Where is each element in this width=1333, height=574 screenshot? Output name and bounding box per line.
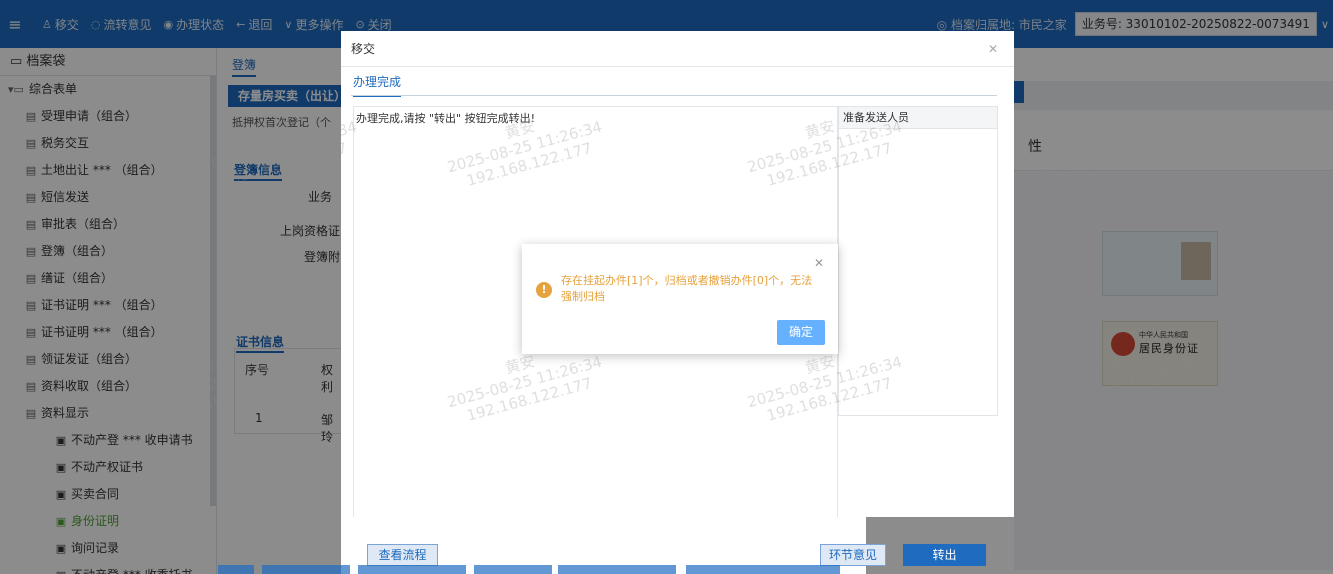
warning-icon: ! (536, 282, 552, 298)
bottom-button[interactable] (686, 565, 840, 574)
dialog-title: 移交 (341, 31, 1014, 67)
view-flow-button[interactable]: 查看流程 (367, 544, 438, 566)
bottom-button[interactable] (218, 565, 254, 574)
step-opinion-button[interactable]: 环节意见 (820, 544, 886, 566)
tab-underline (351, 95, 997, 96)
tab-complete[interactable]: 办理完成 (353, 73, 402, 97)
bottom-button[interactable] (262, 565, 350, 574)
bottom-button[interactable] (558, 565, 676, 574)
warning-message: 存在挂起办件[1]个，归档或者撤销办件[0]个，无法强制归档 (561, 274, 813, 303)
transfer-out-button[interactable]: 转出 (903, 544, 986, 566)
receivers-header: 准备发送人员 (839, 107, 997, 129)
bottom-button[interactable] (358, 565, 466, 574)
close-icon[interactable]: ✕ (814, 256, 824, 270)
confirm-button[interactable]: 确定 (777, 320, 825, 345)
warning-dialog: ✕ ! 存在挂起办件[1]个，归档或者撤销办件[0]个，无法强制归档 确定 (522, 244, 838, 354)
bottom-button[interactable] (474, 565, 552, 574)
completion-message: 办理完成,请按 "转出" 按钮完成转出! (356, 112, 536, 125)
close-icon[interactable]: ✕ (988, 42, 998, 56)
receivers-panel: 准备发送人员 (838, 106, 998, 416)
bottom-button-row (218, 565, 1108, 574)
